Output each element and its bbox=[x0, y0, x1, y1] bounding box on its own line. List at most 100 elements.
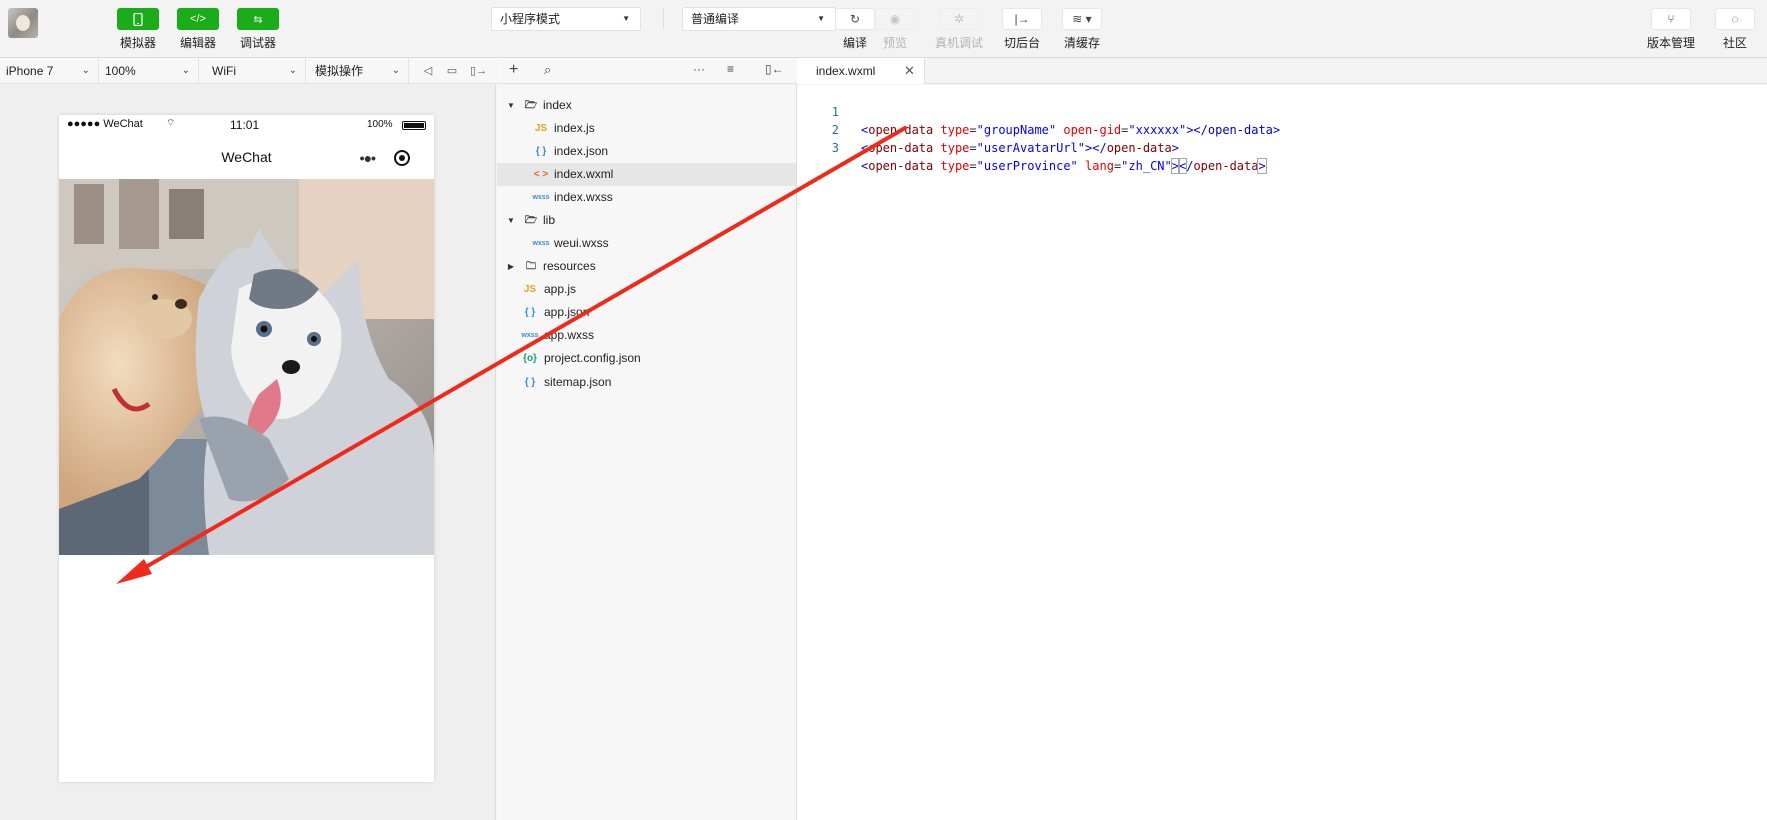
tree-item-label: app.json bbox=[544, 305, 590, 319]
collapse-all-icon[interactable]: ≡ bbox=[727, 62, 734, 76]
toolbar-divider bbox=[663, 9, 664, 29]
operation-value: 模拟操作 bbox=[315, 64, 364, 78]
json-file-icon: { } bbox=[535, 146, 547, 157]
wxss-file-icon: wxss bbox=[521, 332, 539, 339]
chevron-down-icon: ⌄ bbox=[181, 65, 190, 76]
wxml-file-icon: < > bbox=[533, 169, 549, 180]
json-file-icon: { } bbox=[524, 307, 536, 318]
tree-file-weui-wxss[interactable]: wxss weui.wxss bbox=[497, 232, 796, 255]
debugger-button[interactable]: ⇆ 调试器 bbox=[228, 8, 288, 51]
hide-panel-icon[interactable]: ▯← bbox=[765, 62, 784, 76]
phone-icon bbox=[117, 8, 159, 30]
tree-folder-index[interactable]: ▼ 🗁 index bbox=[497, 94, 796, 117]
clock-text: 11:01 bbox=[230, 118, 260, 132]
zoom-select[interactable]: 100% ⌄ bbox=[99, 58, 199, 84]
zoom-value: 100% bbox=[105, 64, 136, 78]
eye-icon: ◉ bbox=[875, 8, 915, 30]
switch-background-icon: |→ bbox=[1002, 8, 1042, 30]
tree-item-label: index bbox=[543, 98, 572, 112]
mute-icon[interactable]: ◁ bbox=[420, 63, 436, 79]
folder-closed-icon: 🗀 bbox=[526, 261, 536, 272]
chevron-down-icon: ⌄ bbox=[288, 65, 297, 76]
background-button[interactable]: |→ 切后台 bbox=[992, 8, 1052, 51]
tree-file-index-wxss[interactable]: wxss index.wxss bbox=[497, 186, 796, 209]
tree-file-index-json[interactable]: { } index.json bbox=[497, 140, 796, 163]
top-toolbar: 模拟器 </> 编辑器 ⇆ 调试器 小程序模式 ▼ 普通编译 ▼ ↻ 编译 ◉ … bbox=[0, 0, 1767, 58]
chevron-down-icon: ⌄ bbox=[391, 65, 400, 76]
device-select[interactable]: iPhone 7 ⌄ bbox=[0, 58, 99, 84]
compile-select-value: 普通编译 bbox=[691, 12, 740, 26]
tree-item-label: project.config.json bbox=[544, 351, 641, 365]
tab-label: index.wxml bbox=[816, 64, 876, 78]
tree-item-label: index.js bbox=[554, 121, 595, 135]
code-line: 2 <open-data type="userAvatarUrl"></open… bbox=[797, 103, 1179, 155]
line-number: 3 bbox=[831, 141, 839, 155]
tree-file-app-wxss[interactable]: wxss app.wxss bbox=[497, 324, 796, 347]
expand-down-icon: ▼ bbox=[507, 101, 515, 110]
caret-down-icon: ▼ bbox=[622, 14, 630, 23]
folder-open-icon: 🗁 bbox=[524, 100, 538, 111]
simulator-label: 模拟器 bbox=[119, 36, 156, 50]
tree-item-label: lib bbox=[543, 213, 556, 227]
clear-cache-label: 清缓存 bbox=[1063, 36, 1100, 50]
close-icon[interactable]: ✕ bbox=[904, 63, 915, 79]
more-dots-icon[interactable]: •●• bbox=[360, 150, 376, 166]
device-value: iPhone 7 bbox=[6, 64, 54, 78]
simulator-button[interactable]: 模拟器 bbox=[108, 8, 168, 51]
user-avatar[interactable] bbox=[8, 8, 38, 38]
clear-cache-button[interactable]: ≋ ▾ 清缓存 bbox=[1052, 8, 1112, 51]
folder-open-icon: 🗁 bbox=[524, 215, 538, 226]
branch-icon: ⑂ bbox=[1651, 8, 1691, 30]
tree-file-app-js[interactable]: JS app.js bbox=[497, 278, 796, 301]
file-tree-toolbar: + ⌕ ··· ≡ ▯← bbox=[497, 58, 797, 84]
phone-screen[interactable]: ●●●●● WeChat ⌔ 11:01 100% WeChat •●• bbox=[59, 115, 434, 782]
tree-file-app-json[interactable]: { } app.json bbox=[497, 301, 796, 324]
file-tree: ▼ 🗁 index JS index.js { } index.json < >… bbox=[497, 85, 797, 820]
dogs-photo bbox=[59, 179, 434, 555]
tree-file-index-js[interactable]: JS index.js bbox=[497, 117, 796, 140]
wxss-file-icon: wxss bbox=[532, 194, 550, 201]
version-control-button[interactable]: ⑂ 版本管理 bbox=[1641, 8, 1701, 51]
background-label: 切后台 bbox=[1003, 36, 1040, 50]
layers-icon: ≋ ▾ bbox=[1062, 8, 1102, 30]
operation-select[interactable]: 模拟操作 ⌄ bbox=[309, 58, 409, 84]
add-file-icon[interactable]: + bbox=[509, 61, 518, 79]
tree-item-label: index.wxss bbox=[554, 190, 613, 204]
tree-folder-resources[interactable]: ▶ 🗀 resources bbox=[497, 255, 796, 278]
caret-down-icon: ▼ bbox=[817, 14, 825, 23]
debug-arrows-icon: ⇆ bbox=[237, 8, 279, 30]
capsule-menu[interactable]: •●• bbox=[350, 147, 420, 169]
tab-index-wxml[interactable]: index.wxml ✕ bbox=[797, 58, 925, 84]
close-circle-icon[interactable] bbox=[394, 150, 411, 166]
json-file-icon: { } bbox=[524, 377, 536, 388]
preview-button[interactable]: ◉ 预览 bbox=[865, 8, 925, 51]
editor-button[interactable]: </> 编辑器 bbox=[168, 8, 228, 51]
window-icon[interactable]: ▭ bbox=[444, 63, 460, 79]
compile-mode-select[interactable]: 普通编译 ▼ bbox=[682, 7, 836, 31]
community-button[interactable]: ◌ 社区 bbox=[1705, 8, 1765, 51]
tree-item-label: app.js bbox=[544, 282, 577, 296]
tree-file-sitemap-json[interactable]: { } sitemap.json bbox=[497, 371, 796, 394]
tree-file-project-config[interactable]: {o} project.config.json bbox=[497, 347, 796, 370]
wifi-icon: ⌔ bbox=[166, 118, 176, 129]
battery-icon bbox=[402, 121, 426, 130]
tree-folder-lib[interactable]: ▼ 🗁 lib bbox=[497, 209, 796, 232]
more-options-icon[interactable]: ··· bbox=[693, 62, 705, 76]
tree-item-label: weui.wxss bbox=[554, 236, 609, 250]
mode-select-value: 小程序模式 bbox=[500, 12, 561, 26]
wxss-file-icon: wxss bbox=[532, 240, 550, 247]
tree-item-label: app.wxss bbox=[544, 328, 595, 342]
remote-debug-button[interactable]: ✲ 真机调试 bbox=[929, 8, 989, 51]
chat-bubble-icon: ◌ bbox=[1715, 8, 1755, 30]
detach-panel-icon[interactable]: ▯→ bbox=[470, 63, 487, 79]
remote-debug-label: 真机调试 bbox=[934, 36, 983, 50]
code-line: 3 <open-data type="userProvince" lang="z… bbox=[797, 121, 1267, 174]
search-icon[interactable]: ⌕ bbox=[544, 62, 551, 78]
code-editor[interactable]: 1 <open-data type="groupName" open-gid="… bbox=[797, 85, 1767, 820]
network-select[interactable]: WiFi ⌄ bbox=[206, 58, 306, 84]
tree-file-index-wxml[interactable]: < > index.wxml bbox=[497, 163, 796, 186]
code-text: <open-data type="userAvatarUrl"></open-d… bbox=[861, 141, 1179, 155]
bug-icon: ✲ bbox=[939, 8, 979, 30]
mode-select[interactable]: 小程序模式 ▼ bbox=[491, 7, 641, 31]
wechat-nav-bar: WeChat •●• bbox=[59, 135, 434, 179]
